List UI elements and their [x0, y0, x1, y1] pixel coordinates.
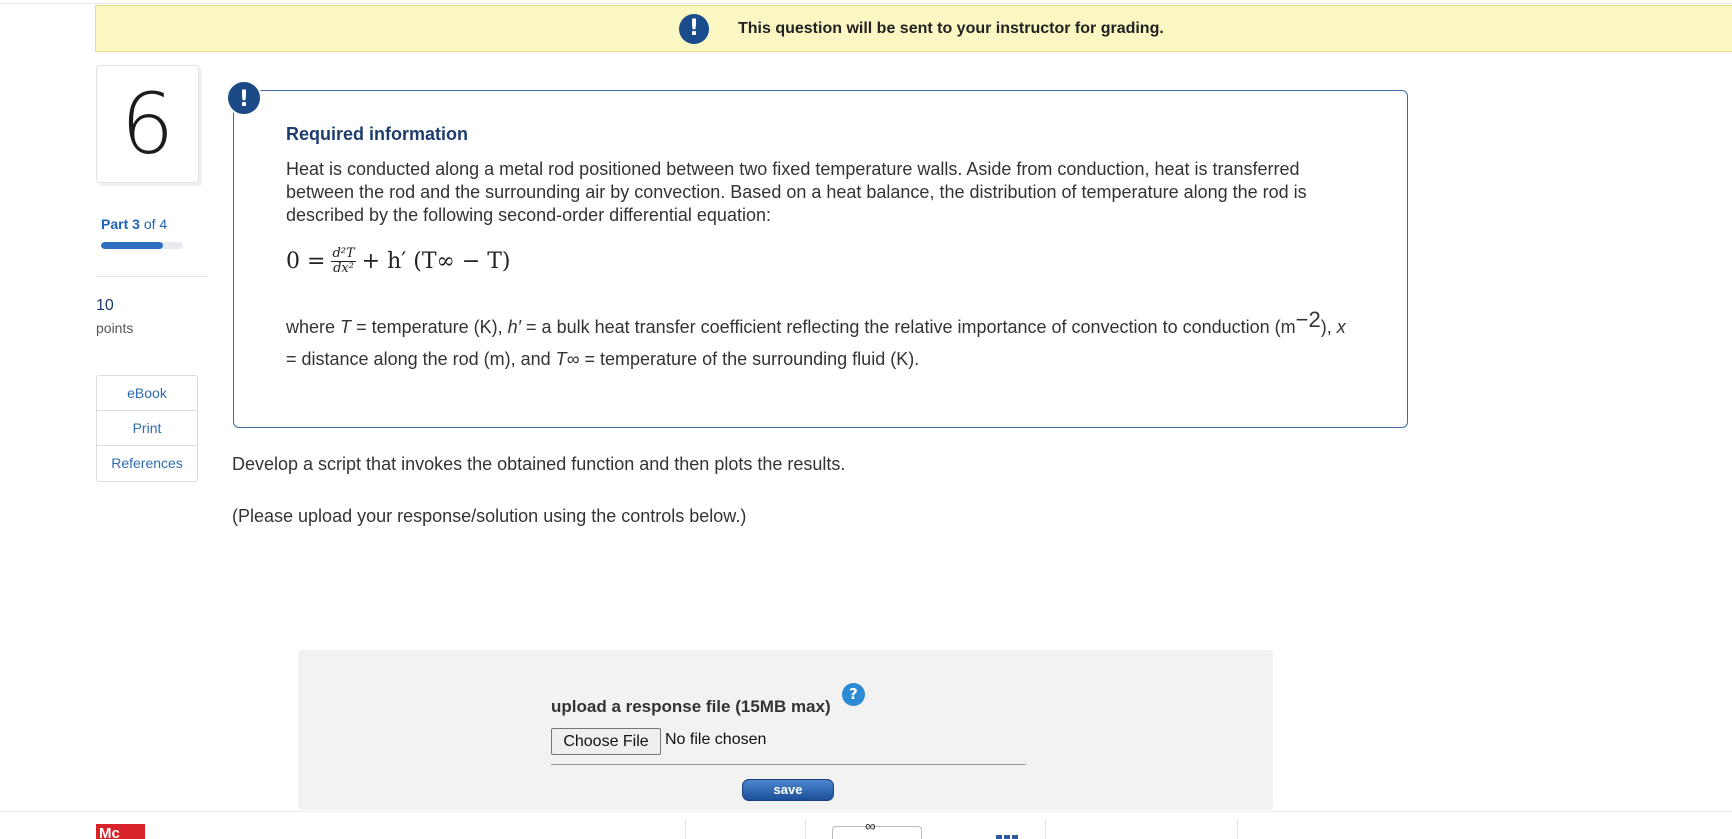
upload-label: upload a response file (15MB max)	[551, 697, 831, 716]
def-where: where	[286, 317, 336, 337]
part-progress-fill	[101, 242, 163, 249]
equation-rhs: + h′ (T∞ − T)	[361, 249, 511, 274]
file-status: No file chosen	[665, 731, 767, 748]
question-prompt: Develop a script that invokes the obtain…	[232, 454, 846, 474]
question-number: 6	[120, 75, 175, 173]
part-progress-bar	[101, 242, 183, 249]
def-h-symbol: h′	[507, 317, 522, 337]
choose-file-button[interactable]: Choose File	[551, 728, 661, 755]
sidebar-divider	[96, 276, 208, 277]
grading-notice-text: This question will be sent to your instr…	[738, 20, 1164, 37]
question-number-card: 6	[96, 65, 199, 183]
def-exponent: −2	[1295, 307, 1321, 332]
footer-separator	[1045, 820, 1046, 839]
def-h-text: = a bulk heat transfer coefficient refle…	[526, 317, 1296, 337]
def-tinf-text: = temperature of the surrounding fluid (…	[584, 349, 920, 369]
differential-equation: 0 = d²T dx² + h′ (T∞ − T)	[286, 247, 511, 276]
resource-links: eBook Print References	[96, 375, 198, 482]
footer-separator	[1237, 820, 1238, 839]
def-x-symbol: x	[1336, 317, 1346, 337]
equation-denominator: dx²	[333, 261, 354, 276]
def-t-text: = temperature (K),	[356, 317, 503, 337]
part-label: Part	[101, 216, 129, 232]
grid-icon[interactable]	[996, 835, 1018, 839]
points-value: 10	[96, 297, 114, 314]
help-icon[interactable]: ?	[842, 683, 865, 706]
references-link[interactable]: References	[97, 446, 197, 481]
upload-divider	[551, 764, 1026, 765]
info-alert-icon: !	[226, 80, 262, 116]
def-t-symbol: T	[340, 317, 352, 337]
def-x-text: = distance along the rod (m), and	[286, 349, 551, 369]
save-button[interactable]: save	[742, 779, 834, 801]
required-info-title: Required information	[286, 124, 469, 144]
footer-separator	[805, 820, 806, 839]
part-indicator: Part 3 of 4	[101, 216, 167, 232]
equation-fraction: d²T dx²	[331, 246, 356, 276]
equation-numerator: d²T	[331, 246, 356, 262]
variable-definitions: where T = temperature (K), h′ = a bulk h…	[286, 309, 1346, 375]
upload-instructions: (Please upload your response/solution us…	[232, 506, 747, 526]
ebook-link[interactable]: eBook	[97, 376, 197, 411]
link-icon: ∞	[865, 818, 876, 835]
required-info-paragraph: Heat is conducted along a metal rod posi…	[286, 159, 1307, 225]
footer-separator	[685, 820, 686, 839]
mcgraw-hill-logo: Mc	[96, 824, 145, 839]
link-button[interactable]	[832, 826, 922, 839]
def-tinf-symbol: T∞	[555, 349, 580, 369]
print-link[interactable]: Print	[97, 411, 197, 446]
part-total: of 4	[143, 216, 168, 232]
grading-notice-banner: ! This question will be sent to your ins…	[95, 5, 1732, 52]
points-label: points	[96, 320, 134, 336]
def-x-pre: ),	[1320, 317, 1332, 337]
exclamation-icon: !	[679, 14, 709, 44]
part-current: 3	[132, 216, 140, 232]
equation-lhs: 0 =	[286, 249, 326, 274]
top-divider	[0, 0, 1732, 4]
